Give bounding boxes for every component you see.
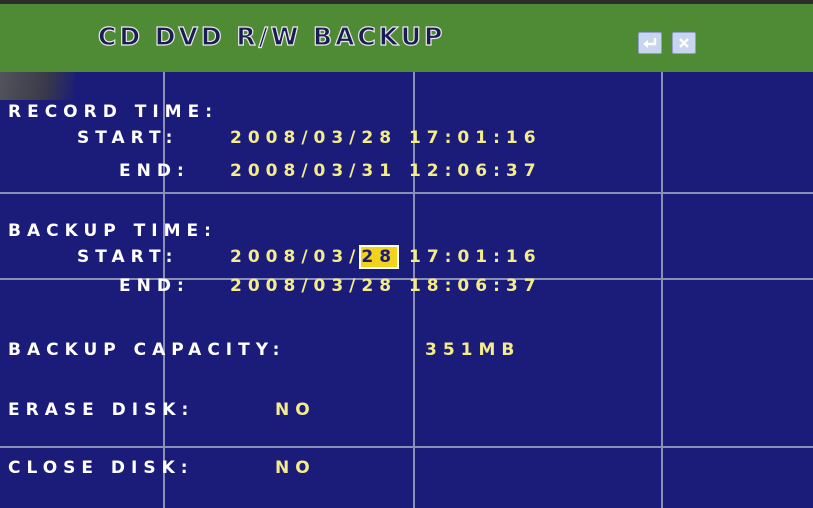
backup-capacity-value: 351MB: [425, 340, 521, 360]
record-end-label: END:: [119, 161, 190, 181]
close-button[interactable]: [672, 32, 696, 54]
backup-end-label: END:: [119, 276, 190, 296]
window-title: CD DVD R/W BACKUP: [97, 21, 446, 51]
backup-start-label: START:: [77, 247, 179, 267]
backup-capacity-label: BACKUP CAPACITY:: [8, 340, 286, 360]
record-end-value: 2008/03/31 12:06:37: [230, 161, 542, 181]
erase-disk-value[interactable]: NO: [275, 400, 316, 420]
record-start-label: START:: [77, 128, 179, 148]
return-button[interactable]: [638, 32, 662, 54]
record-start-value: 2008/03/28 17:01:16: [230, 128, 542, 148]
backup-start-date-prefix: 2008/03/: [230, 247, 362, 267]
grid-line-h1: [0, 192, 813, 194]
close-disk-label: CLOSE DISK:: [8, 458, 194, 478]
camera-thumbnail-artifact: [0, 72, 75, 100]
close-disk-value[interactable]: NO: [275, 458, 316, 478]
backup-time-label: BACKUP TIME:: [8, 221, 217, 241]
grid-line-h3: [0, 446, 813, 448]
return-arrow-icon: [643, 38, 657, 48]
backup-start-time[interactable]: 17:01:16: [409, 247, 542, 267]
backup-start-day-field[interactable]: 28: [359, 245, 400, 269]
erase-disk-label: ERASE DISK:: [8, 400, 195, 420]
title-bar: CD DVD R/W BACKUP: [0, 0, 813, 72]
close-x-icon: [679, 38, 689, 48]
record-time-label: RECORD TIME:: [8, 102, 219, 122]
backup-end-value[interactable]: 2008/03/28 18:06:37: [230, 276, 542, 296]
grid-line-v3: [661, 72, 663, 508]
backup-start-value: 2008/03/28 17:01:16: [230, 245, 542, 269]
